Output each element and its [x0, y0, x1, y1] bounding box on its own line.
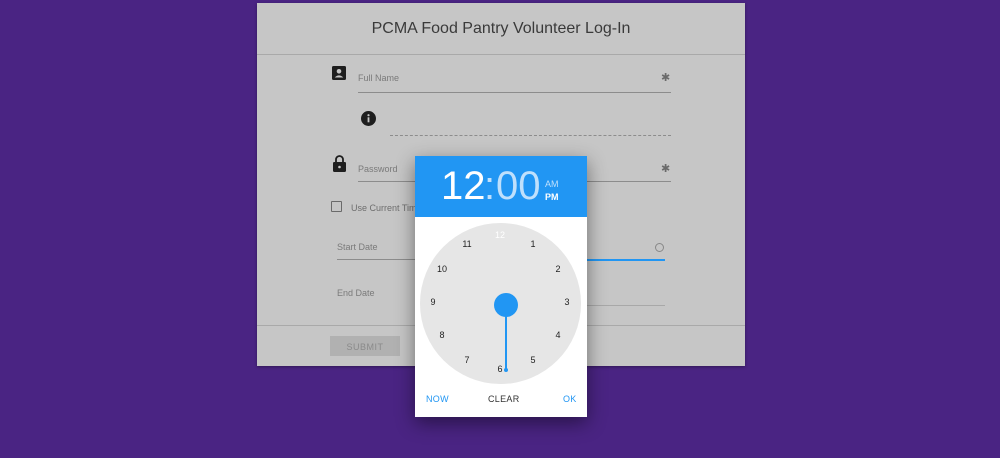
use-current-time-checkbox[interactable] [331, 201, 342, 212]
time-separator: : [484, 164, 496, 208]
password-field[interactable]: Password [358, 164, 398, 174]
hour-4[interactable]: 4 [548, 325, 568, 345]
start-date-field[interactable]: Start Date [337, 242, 378, 252]
hour-5[interactable]: 5 [523, 350, 543, 370]
hour-9[interactable]: 9 [423, 292, 443, 312]
hour-11[interactable]: 11 [457, 234, 477, 254]
time-picker-header: 12 : 00 AM PM [415, 156, 587, 217]
hour-display[interactable]: 12 [441, 162, 486, 210]
hour-2[interactable]: 2 [548, 259, 568, 279]
end-date-underline [587, 305, 665, 306]
hour-1[interactable]: 1 [523, 234, 543, 254]
required-mark: ✱ [661, 72, 671, 84]
date-stepper-icon[interactable] [655, 243, 664, 252]
end-date-field[interactable]: End Date [337, 288, 375, 298]
hour-7[interactable]: 7 [457, 350, 477, 370]
hour-6[interactable]: 6 [490, 359, 510, 379]
selected-hour-marker [494, 293, 518, 317]
start-date-underline-active [587, 259, 665, 261]
start-date-underline [337, 259, 417, 260]
hour-10[interactable]: 10 [432, 259, 452, 279]
submit-button[interactable]: SUBMIT [330, 336, 400, 356]
full-name-underline [358, 92, 671, 93]
ok-button[interactable]: OK [563, 394, 577, 404]
lock-icon [333, 155, 346, 172]
clear-button[interactable]: CLEAR [488, 394, 520, 404]
required-mark: ✱ [661, 163, 671, 175]
am-toggle[interactable]: AM [545, 179, 559, 189]
page-title: PCMA Food Pantry Volunteer Log-In [257, 3, 745, 55]
contact-card-icon [332, 66, 346, 80]
hour-8[interactable]: 8 [432, 325, 452, 345]
full-name-field[interactable]: Full Name [358, 73, 399, 83]
clock-face[interactable]: 12 1 2 3 4 5 6 7 8 9 10 11 [420, 223, 581, 384]
use-current-time-label: Use Current Tim [351, 203, 417, 213]
time-picker-dialog: 12 : 00 AM PM 12 1 2 3 4 5 6 7 8 9 10 11… [415, 156, 587, 417]
hour-3[interactable]: 3 [557, 292, 577, 312]
minute-display[interactable]: 00 [496, 162, 541, 210]
info-icon[interactable] [361, 111, 376, 126]
pm-toggle[interactable]: PM [545, 192, 559, 202]
info-field-underline [390, 135, 671, 136]
now-button[interactable]: NOW [426, 394, 449, 404]
hour-12[interactable]: 12 [490, 225, 510, 245]
